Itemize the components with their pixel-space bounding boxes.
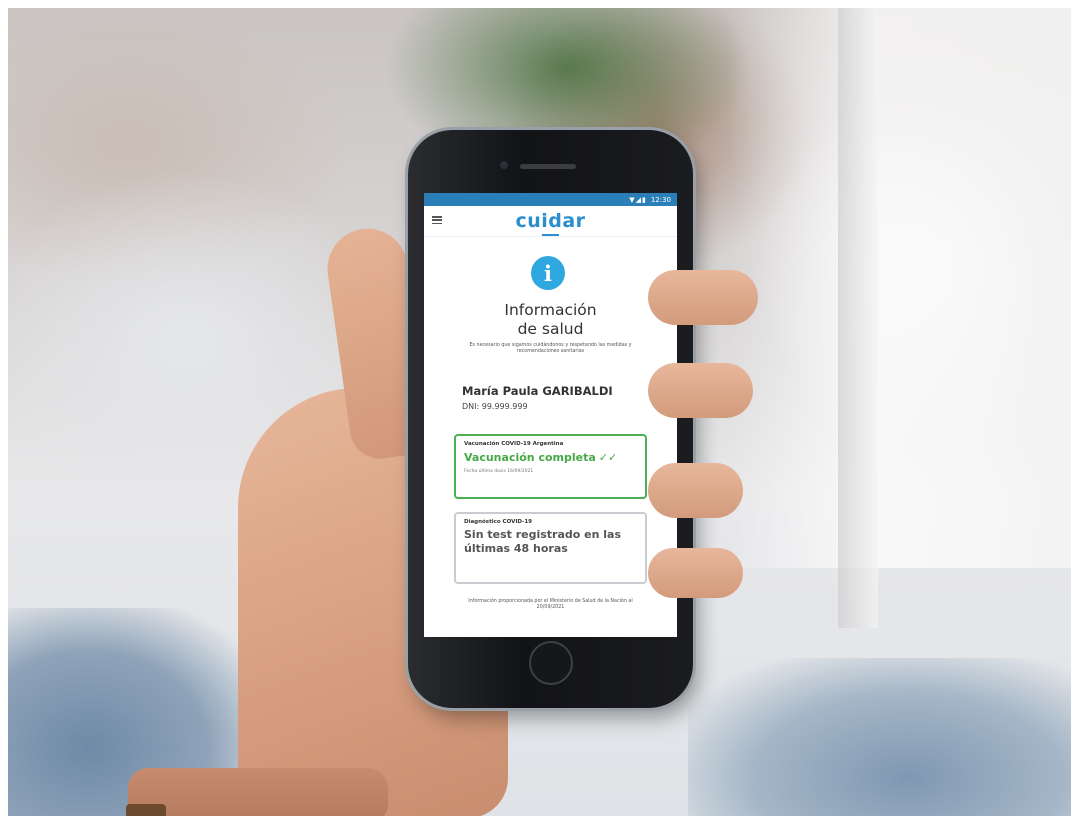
earpiece-speaker <box>520 164 576 169</box>
page-title-line1: Información <box>504 301 597 319</box>
photo-background: ▼◢▮ 12:30 cuidar i Información de salud … <box>8 8 1071 816</box>
vaccination-date: Fecha última dosis 16/09/2021 <box>464 469 534 474</box>
window-light <box>728 8 1071 568</box>
person-name: María Paula GARIBALDI <box>462 384 613 398</box>
finger-little <box>648 548 743 598</box>
logo-underline <box>542 234 559 236</box>
app-logo: cuidar <box>515 210 586 232</box>
diagnostic-card[interactable]: Diagnóstico COVID-19 Sin test registrado… <box>454 512 647 584</box>
app-header: cuidar <box>424 206 677 237</box>
check-icon: ✓✓ <box>598 451 618 464</box>
vaccination-card[interactable]: Vacunación COVID-19 Argentina Vacunación… <box>454 434 647 499</box>
smartphone: ▼◢▮ 12:30 cuidar i Información de salud … <box>408 130 693 708</box>
signal-icon: ▼◢▮ <box>629 195 647 204</box>
info-icon: i <box>531 256 565 290</box>
status-time: 12:30 <box>650 195 671 204</box>
finger-index <box>648 270 758 325</box>
finger-ring <box>648 463 743 518</box>
page-title-line2: de salud <box>517 320 584 338</box>
jeans-right <box>688 658 1071 816</box>
page-subtitle: Es necesario que sigamos cuidándonos y r… <box>469 343 632 354</box>
vaccination-card-label: Vacunación COVID-19 Argentina <box>464 441 564 447</box>
diagnostic-card-label: Diagnóstico COVID-19 <box>464 519 533 525</box>
page-title: Información de salud <box>424 301 677 339</box>
vaccination-status-text: Vacunación completa <box>464 451 596 464</box>
status-bar: ▼◢▮ 12:30 <box>424 193 677 206</box>
finger-middle <box>648 363 753 418</box>
footer-note: Información proporcionada por el Ministe… <box>468 599 633 610</box>
wrist <box>128 768 388 816</box>
person-dni: DNI: 99.999.999 <box>462 402 528 411</box>
window-frame <box>838 8 878 628</box>
bracelet <box>126 804 166 816</box>
front-camera <box>500 161 508 169</box>
phone-screen: ▼◢▮ 12:30 cuidar i Información de salud … <box>424 193 677 637</box>
diagnostic-status: Sin test registrado en las últimas 48 ho… <box>464 528 622 555</box>
vaccination-status: Vacunación completa ✓✓ <box>464 451 637 464</box>
home-button[interactable] <box>529 641 573 685</box>
